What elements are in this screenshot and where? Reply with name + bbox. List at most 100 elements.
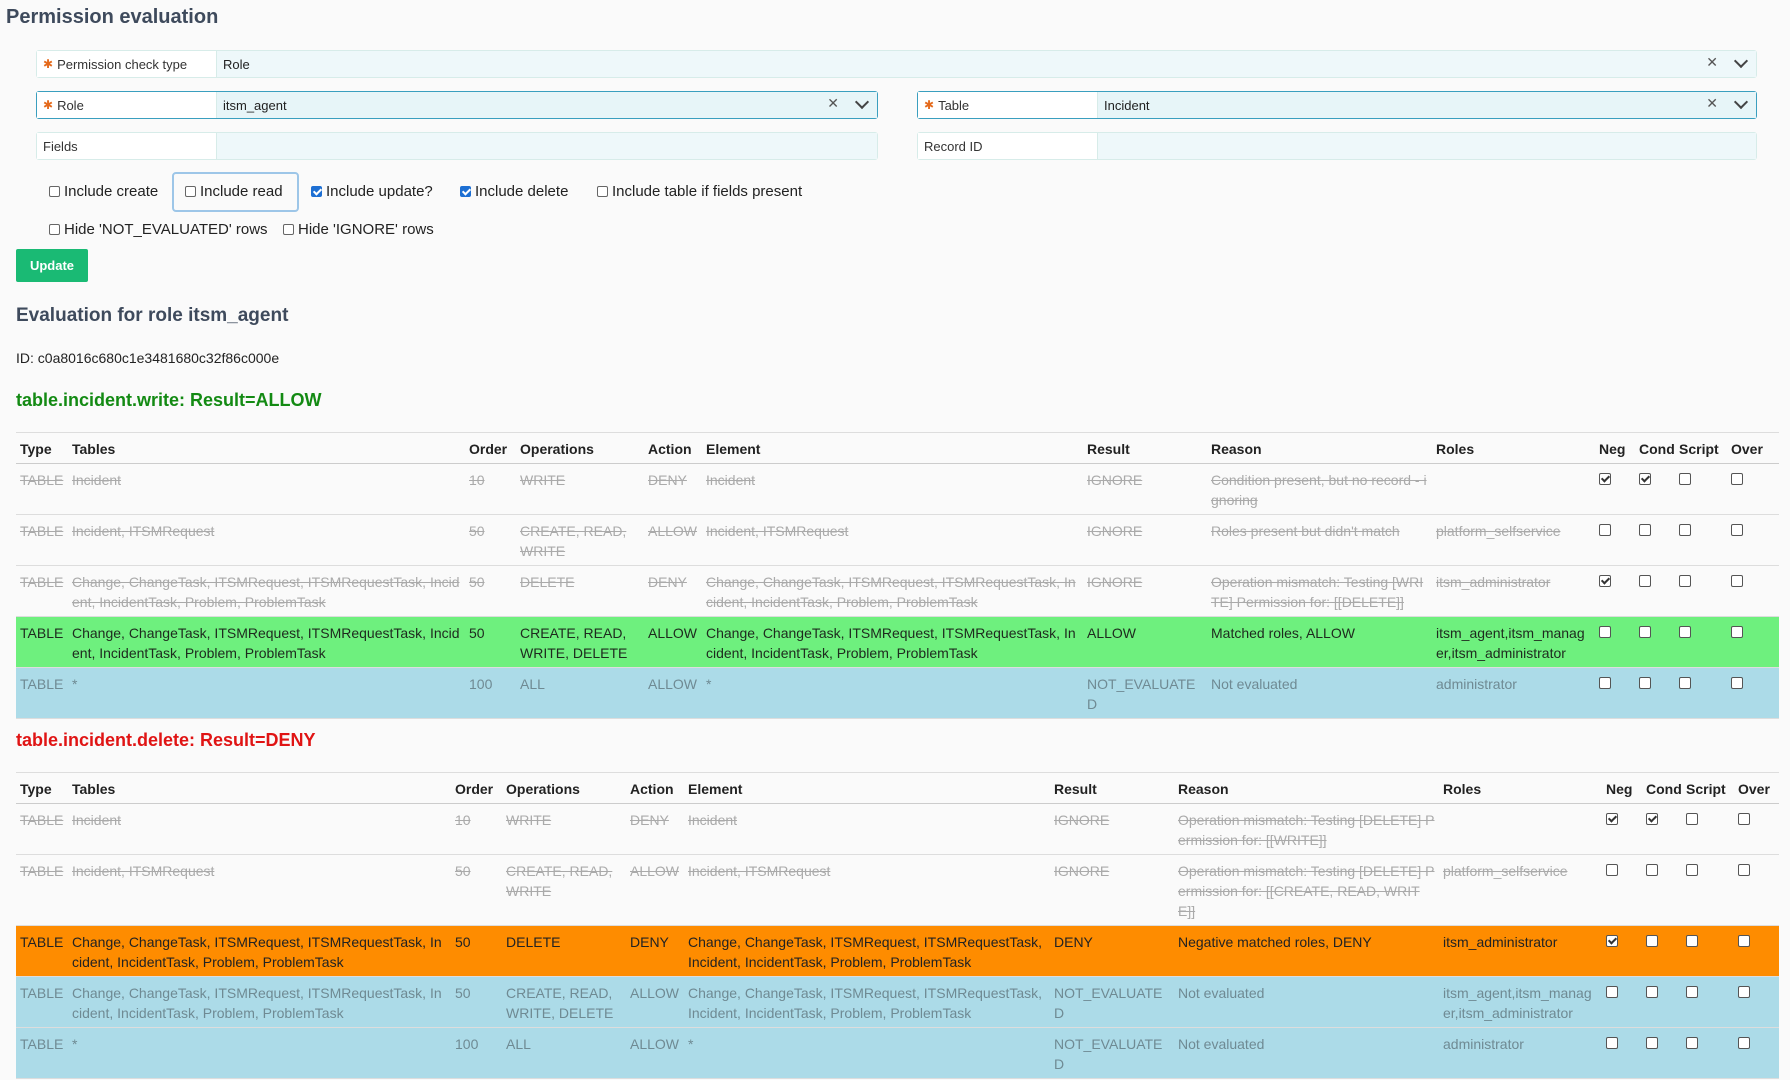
cond-checkbox[interactable] (1646, 864, 1658, 876)
cell-neg (1602, 803, 1642, 855)
clear-icon[interactable]: ✕ (1706, 95, 1718, 112)
hide-not-evaluated-checkbox[interactable]: Hide 'NOT_EVALUATED' rows (49, 221, 268, 238)
table-row: TABLE Incident 10 WRITE DENY Incident IGNORE Co… (16, 463, 1779, 515)
over-checkbox[interactable] (1731, 575, 1743, 587)
cell-cond (1635, 616, 1675, 668)
checkbox-box[interactable] (460, 186, 471, 197)
cell-operations: CREATE, READ, WRITE (516, 514, 644, 566)
checkbox-box[interactable] (283, 224, 294, 235)
script-checkbox[interactable] (1686, 935, 1698, 947)
checkbox-box[interactable] (311, 186, 322, 197)
cond-checkbox[interactable] (1646, 1037, 1658, 1049)
over-checkbox[interactable] (1738, 1037, 1750, 1049)
cond-checkbox[interactable] (1639, 626, 1651, 638)
neg-checkbox[interactable] (1606, 813, 1618, 825)
fields-label: Fields (43, 138, 78, 154)
permission-check-type-value[interactable]: Role (223, 57, 250, 72)
over-checkbox[interactable] (1731, 677, 1743, 689)
column-header: Order (451, 772, 502, 804)
over-checkbox[interactable] (1738, 986, 1750, 998)
cell-tables: Change, ChangeTask, ITSMRequest, ITSMReq… (68, 616, 465, 668)
include-delete-checkbox[interactable]: Include delete (460, 183, 568, 200)
column-header: Action (626, 772, 684, 804)
cell-roles: platform_selfservice (1439, 854, 1602, 926)
cond-checkbox[interactable] (1639, 575, 1651, 587)
neg-checkbox[interactable] (1599, 473, 1611, 485)
script-checkbox[interactable] (1679, 524, 1691, 536)
role-value[interactable]: itsm_agent (223, 98, 287, 113)
over-checkbox[interactable] (1738, 813, 1750, 825)
permission-check-type-field[interactable]: ✱ Permission check type Role ✕ (36, 50, 1757, 78)
cell-tables: Change, ChangeTask, ITSMRequest, ITSMReq… (68, 565, 465, 617)
cell-script (1675, 616, 1727, 668)
role-field[interactable]: ✱ Role itsm_agent ✕ (36, 91, 878, 119)
column-header: Roles (1432, 432, 1595, 464)
table-value[interactable]: Incident (1104, 98, 1150, 113)
script-checkbox[interactable] (1686, 1037, 1698, 1049)
neg-checkbox[interactable] (1599, 677, 1611, 689)
cond-checkbox[interactable] (1646, 813, 1658, 825)
cell-type: TABLE (16, 803, 68, 855)
neg-checkbox[interactable] (1606, 864, 1618, 876)
neg-checkbox[interactable] (1606, 1037, 1618, 1049)
cell-over (1734, 925, 1779, 977)
chevron-down-icon[interactable] (854, 94, 870, 109)
cond-checkbox[interactable] (1639, 677, 1651, 689)
cell-order: 100 (465, 667, 516, 719)
include-read-checkbox[interactable]: Include read (185, 183, 283, 200)
script-checkbox[interactable] (1679, 626, 1691, 638)
column-header: Reason (1174, 772, 1439, 804)
record-id-field[interactable]: Record ID (917, 132, 1757, 160)
checkbox-box[interactable] (49, 224, 60, 235)
cond-checkbox[interactable] (1639, 524, 1651, 536)
cond-checkbox[interactable] (1646, 935, 1658, 947)
column-header: Operations (502, 772, 626, 804)
cell-result: DENY (1050, 925, 1174, 977)
cond-checkbox[interactable] (1646, 986, 1658, 998)
cond-checkbox[interactable] (1639, 473, 1651, 485)
script-checkbox[interactable] (1686, 864, 1698, 876)
cell-element: Incident, ITSMRequest (684, 854, 1050, 926)
script-checkbox[interactable] (1679, 473, 1691, 485)
cell-neg (1595, 565, 1635, 617)
neg-checkbox[interactable] (1599, 626, 1611, 638)
script-checkbox[interactable] (1686, 813, 1698, 825)
clear-icon[interactable]: ✕ (827, 95, 839, 112)
over-checkbox[interactable] (1731, 626, 1743, 638)
script-checkbox[interactable] (1686, 986, 1698, 998)
neg-checkbox[interactable] (1606, 935, 1618, 947)
clear-icon[interactable]: ✕ (1706, 54, 1718, 71)
over-checkbox[interactable] (1731, 524, 1743, 536)
role-label: Role (57, 97, 84, 113)
over-checkbox[interactable] (1738, 864, 1750, 876)
cell-over (1734, 976, 1779, 1028)
neg-checkbox[interactable] (1606, 986, 1618, 998)
cell-action: DENY (644, 565, 702, 617)
fields-field[interactable]: Fields (36, 132, 878, 160)
cell-script (1675, 463, 1727, 515)
chevron-down-icon[interactable] (1733, 94, 1749, 109)
script-checkbox[interactable] (1679, 575, 1691, 587)
table-field[interactable]: ✱ Table Incident ✕ (917, 91, 1757, 119)
table-row: TABLE Incident, ITSMRequest 50 CREATE, READ… (16, 514, 1779, 566)
cell-over (1734, 1027, 1779, 1079)
cell-operations: WRITE (516, 463, 644, 515)
cell-element: Incident, ITSMRequest (702, 514, 1083, 566)
chevron-down-icon[interactable] (1733, 53, 1749, 68)
over-checkbox[interactable] (1731, 473, 1743, 485)
include-update-checkbox[interactable]: Include update? (311, 183, 433, 200)
include-create-checkbox[interactable]: Include create (49, 183, 158, 200)
checkbox-box[interactable] (597, 186, 608, 197)
script-checkbox[interactable] (1679, 677, 1691, 689)
neg-checkbox[interactable] (1599, 575, 1611, 587)
hide-ignore-checkbox[interactable]: Hide 'IGNORE' rows (283, 221, 434, 238)
table-row: TABLE Change, ChangeTask, ITSMRequest, IT… (16, 616, 1779, 668)
include-table-checkbox[interactable]: Include table if fields present (597, 183, 802, 200)
over-checkbox[interactable] (1738, 935, 1750, 947)
neg-checkbox[interactable] (1599, 524, 1611, 536)
column-header: Cond (1635, 432, 1675, 464)
update-button[interactable]: Update (16, 249, 88, 282)
cell-order: 10 (465, 463, 516, 515)
checkbox-box[interactable] (185, 186, 196, 197)
checkbox-box[interactable] (49, 186, 60, 197)
